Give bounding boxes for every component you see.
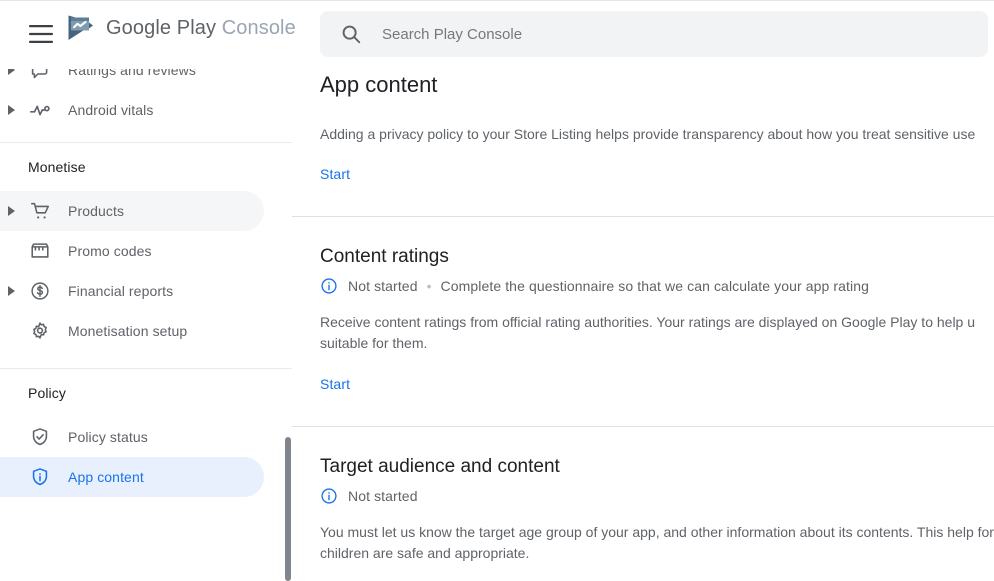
content-scroll-region: App content Adding a privacy policy to y… <box>292 0 994 581</box>
sidebar-section-title-policy: Policy <box>28 385 66 401</box>
android-vitals-icon <box>24 99 56 121</box>
info-icon <box>320 277 338 295</box>
gear-icon <box>24 320 56 342</box>
status-row: Not started <box>320 487 994 505</box>
sidebar-item-label: App content <box>68 469 144 485</box>
play-console-app: Ratings and reviews Android vitals Monet… <box>0 0 994 581</box>
brand-console: Console <box>221 16 296 39</box>
shopping-cart-icon <box>24 200 56 222</box>
search-icon <box>340 23 362 45</box>
status-separator: • <box>426 278 432 294</box>
sidebar-item-promo-codes[interactable]: Promo codes <box>0 231 264 271</box>
section-description: Adding a privacy policy to your Store Li… <box>320 126 976 142</box>
expand-arrow-icon[interactable] <box>0 105 24 115</box>
brand-logo-link[interactable]: Google Play Console <box>66 14 296 42</box>
expand-arrow-icon[interactable] <box>0 206 24 216</box>
start-link-content-ratings[interactable]: Start <box>320 376 350 392</box>
shield-check-icon <box>24 426 56 448</box>
sidebar-item-label: Financial reports <box>68 283 174 299</box>
google-play-console-logo <box>68 15 93 40</box>
sidebar-item-label: Products <box>68 203 125 219</box>
search-bar[interactable] <box>320 11 988 57</box>
status-row: Not started • Complete the questionnaire… <box>320 277 994 295</box>
sidebar-item-label: Policy status <box>68 429 148 445</box>
sidebar-item-products[interactable]: Products <box>0 191 264 231</box>
dollar-circle-icon <box>24 280 56 302</box>
top-header-bar: Google Play Console <box>0 0 994 69</box>
sidebar-section-title-monetise: Monetise <box>28 159 86 175</box>
section-content-ratings: Content ratings Not started • Complete t… <box>292 217 994 427</box>
expand-arrow-icon[interactable] <box>0 286 24 296</box>
sidebar-item-label: Promo codes <box>68 243 152 259</box>
sidebar-item-android-vitals[interactable]: Android vitals <box>0 90 264 130</box>
status-badge: Not started <box>348 488 418 504</box>
content-scrollbar-thumb[interactable] <box>285 437 291 581</box>
sidebar-item-label: Monetisation setup <box>68 323 188 339</box>
section-body-text: Receive content ratings from official ra… <box>320 314 976 351</box>
sidebar-item-monetisation-setup[interactable]: Monetisation setup <box>0 311 264 351</box>
sidebar-item-financial-reports[interactable]: Financial reports <box>0 271 264 311</box>
hamburger-menu-icon[interactable] <box>24 17 58 51</box>
status-badge: Not started <box>348 278 418 294</box>
section-target-audience: Target audience and content Not started … <box>320 427 994 581</box>
section-privacy-policy: Adding a privacy policy to your Store Li… <box>292 124 994 217</box>
sidebar-scroll-region: Ratings and reviews Android vitals Monet… <box>0 0 292 497</box>
storefront-icon <box>24 240 56 262</box>
sidebar-item-policy-status[interactable]: Policy status <box>0 417 264 457</box>
brand-name: Google Play Console <box>106 17 296 40</box>
main-content: App content Adding a privacy policy to y… <box>292 0 994 581</box>
search-input[interactable] <box>380 24 944 44</box>
status-detail: Complete the questionnaire so that we ca… <box>440 278 869 294</box>
start-link-privacy-policy[interactable]: Start <box>320 166 350 182</box>
sidebar-navigation: Ratings and reviews Android vitals Monet… <box>0 0 292 581</box>
sidebar-item-app-content[interactable]: App content <box>0 457 264 497</box>
section-body-text: You must let us know the target age grou… <box>320 524 994 561</box>
sidebar-item-label: Android vitals <box>68 102 154 118</box>
brand-google-play: Google Play <box>106 16 217 39</box>
section-title: Target audience and content <box>320 456 560 477</box>
section-title: Content ratings <box>320 246 449 267</box>
shield-info-icon <box>24 466 56 488</box>
info-icon <box>320 487 338 505</box>
header-top-border <box>0 0 994 1</box>
